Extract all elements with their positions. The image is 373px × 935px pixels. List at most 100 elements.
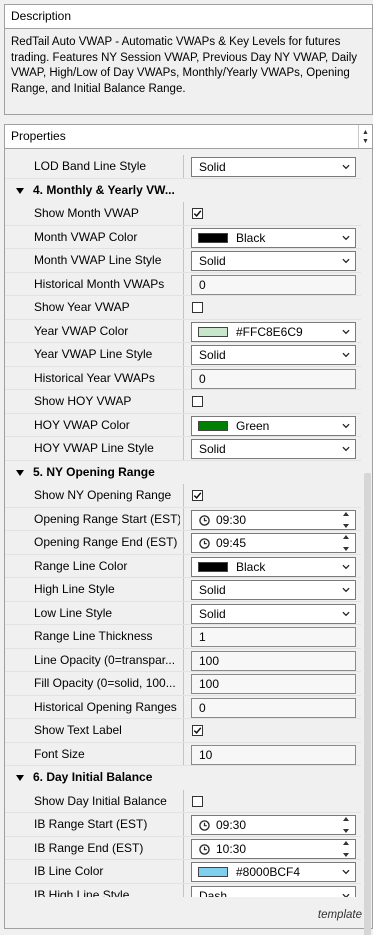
- column-divider[interactable]: [183, 813, 184, 837]
- checkbox-show-year-vwap[interactable]: [192, 302, 203, 313]
- historical-opening-ranges-input[interactable]: 0: [191, 697, 356, 718]
- column-divider[interactable]: [183, 272, 184, 296]
- spin-down-icon[interactable]: [343, 829, 349, 833]
- checkbox-show-ny-opening-range[interactable]: [192, 490, 203, 501]
- ib-high-line-style-dropdown[interactable]: Dash: [191, 885, 356, 898]
- hoy-vwap-color-color-picker[interactable]: Green: [191, 415, 356, 436]
- column-divider[interactable]: [183, 601, 184, 625]
- chevron-down-icon[interactable]: [342, 257, 350, 265]
- spin-down-icon[interactable]: [343, 852, 349, 857]
- column-divider[interactable]: [183, 343, 184, 367]
- column-divider[interactable]: [183, 883, 184, 897]
- column-divider[interactable]: [183, 719, 184, 743]
- expand-triangle-icon[interactable]: [16, 469, 24, 476]
- low-line-style-dropdown[interactable]: Solid: [191, 603, 356, 624]
- chevron-down-icon[interactable]: [342, 445, 350, 453]
- chevron-down-icon[interactable]: [342, 234, 350, 242]
- spin-up-icon[interactable]: [343, 511, 349, 516]
- column-divider[interactable]: [183, 296, 184, 320]
- chevron-down-icon[interactable]: [342, 610, 350, 618]
- category-4-monthly-yearly-vw[interactable]: 4. Monthly & Yearly VW...: [5, 179, 361, 203]
- property-grid: LOD Band Line Style Solid 4. Monthly & Yea…: [5, 155, 361, 897]
- column-divider[interactable]: [183, 437, 184, 461]
- year-vwap-color-color-picker[interactable]: #FFC8E6C9: [191, 321, 356, 342]
- category-5-ny-opening-range[interactable]: 5. NY Opening Range: [5, 461, 361, 485]
- spin-up-icon[interactable]: [343, 840, 349, 845]
- column-divider[interactable]: [183, 672, 184, 696]
- column-divider[interactable]: [183, 319, 184, 343]
- checkbox-show-month-vwap[interactable]: [192, 208, 203, 219]
- column-divider[interactable]: [183, 860, 184, 884]
- year-vwap-line-style-dropdown[interactable]: Solid: [191, 345, 356, 365]
- column-divider[interactable]: [183, 578, 184, 602]
- column-divider[interactable]: [183, 742, 184, 766]
- time-spinner[interactable]: [342, 817, 352, 833]
- column-divider[interactable]: [183, 836, 184, 860]
- column-divider[interactable]: [183, 155, 184, 179]
- column-divider[interactable]: [183, 507, 184, 531]
- time-spinner[interactable]: [342, 840, 352, 857]
- column-divider[interactable]: [183, 249, 184, 273]
- column-divider[interactable]: [183, 625, 184, 649]
- column-divider[interactable]: [183, 789, 184, 813]
- opening-range-start-est-time-picker[interactable]: 09:30: [191, 509, 356, 530]
- ib-range-end-est-time-picker[interactable]: 10:30: [191, 838, 356, 859]
- checkbox-show-hoy-vwap[interactable]: [192, 396, 203, 407]
- field-value: Solid: [199, 442, 226, 456]
- historical-year-vwaps-input[interactable]: 0: [191, 368, 356, 389]
- month-vwap-line-style-dropdown[interactable]: Solid: [191, 251, 356, 271]
- column-divider[interactable]: [183, 413, 184, 437]
- category-6-day-initial-balance[interactable]: 6. Day Initial Balance: [5, 766, 361, 790]
- spin-up-icon[interactable]: [343, 817, 349, 821]
- property-label: LOD Band Line Style: [34, 159, 147, 173]
- column-divider[interactable]: [183, 531, 184, 555]
- property-grid-scrollbar[interactable]: [362, 155, 373, 935]
- expand-triangle-icon[interactable]: [16, 775, 24, 781]
- column-divider[interactable]: [183, 554, 184, 578]
- spin-down-icon[interactable]: [343, 547, 349, 551]
- chevron-down-icon[interactable]: [342, 868, 350, 876]
- scrollbar-thumb[interactable]: [364, 473, 371, 935]
- chevron-down-icon[interactable]: [342, 892, 350, 898]
- fill-opacity-0-solid-100-input[interactable]: 100: [191, 674, 356, 694]
- high-line-style-dropdown[interactable]: Solid: [191, 580, 356, 600]
- field-value: 09:30: [216, 512, 247, 527]
- color-swatch: [198, 561, 228, 572]
- chevron-down-icon[interactable]: [342, 163, 350, 171]
- expand-triangle-icon[interactable]: [16, 187, 24, 194]
- chevron-down-icon[interactable]: [342, 351, 350, 359]
- property-row-year-vwap-line-style: Year VWAP Line Style Solid: [5, 343, 361, 367]
- scroll-up-arrow-icon[interactable]: ▲: [362, 128, 369, 137]
- chevron-down-icon[interactable]: [342, 586, 350, 594]
- column-divider[interactable]: [183, 202, 184, 226]
- time-spinner[interactable]: [342, 535, 352, 551]
- chevron-down-icon[interactable]: [342, 328, 350, 336]
- range-line-color-color-picker[interactable]: Black: [191, 556, 356, 577]
- header-scroll-arrows[interactable]: ▲ ▼: [358, 125, 372, 148]
- ib-line-color-color-picker[interactable]: #8000BCF4: [191, 862, 356, 882]
- column-divider[interactable]: [183, 225, 184, 249]
- column-divider[interactable]: [183, 366, 184, 390]
- spin-down-icon[interactable]: [343, 523, 349, 528]
- line-opacity-0-transpar-input[interactable]: 100: [191, 650, 356, 671]
- property-row-show-text-label: Show Text Label: [5, 719, 361, 743]
- checkbox-show-text-label[interactable]: [192, 725, 203, 736]
- ib-range-start-est-time-picker[interactable]: 09:30: [191, 815, 356, 835]
- opening-range-end-est-time-picker[interactable]: 09:45: [191, 533, 356, 553]
- column-divider[interactable]: [183, 484, 184, 508]
- time-spinner[interactable]: [342, 511, 352, 528]
- column-divider[interactable]: [183, 648, 184, 672]
- font-size-input[interactable]: 10: [191, 744, 356, 765]
- checkbox-show-day-initial-balance[interactable]: [192, 795, 203, 807]
- scroll-down-arrow-icon[interactable]: ▼: [362, 137, 369, 146]
- column-divider[interactable]: [183, 695, 184, 719]
- lod-band-line-style-dropdown[interactable]: Solid: [191, 157, 356, 177]
- chevron-down-icon[interactable]: [342, 563, 350, 571]
- spin-up-icon[interactable]: [343, 535, 349, 539]
- historical-month-vwaps-input[interactable]: 0: [191, 274, 356, 295]
- range-line-thickness-input[interactable]: 1: [191, 627, 356, 647]
- month-vwap-color-color-picker[interactable]: Black: [191, 227, 356, 248]
- column-divider[interactable]: [183, 390, 184, 414]
- chevron-down-icon[interactable]: [342, 422, 350, 430]
- hoy-vwap-line-style-dropdown[interactable]: Solid: [191, 439, 356, 459]
